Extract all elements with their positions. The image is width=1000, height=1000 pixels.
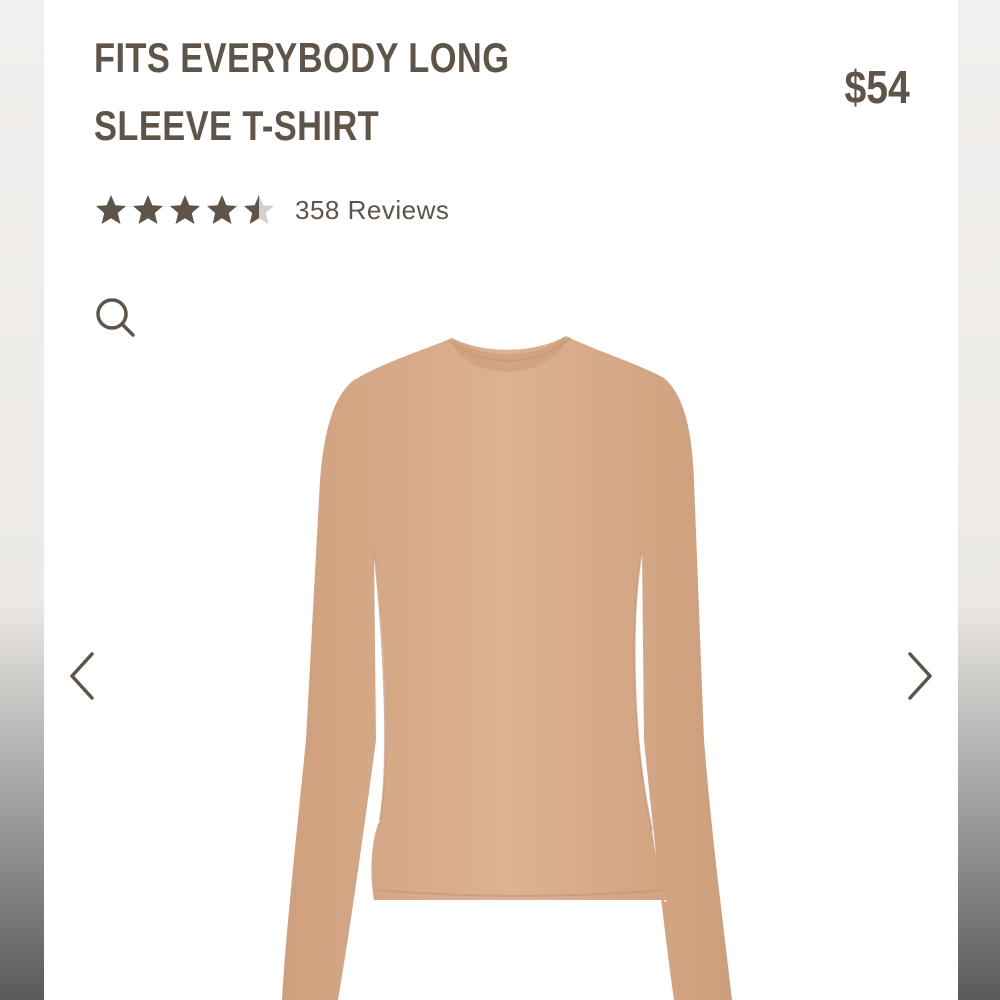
star-filled-icon (96, 195, 126, 224)
star-rating (94, 193, 279, 227)
background-blur-right (958, 0, 1000, 1000)
product-title: FITS EVERYBODY LONG SLEEVE T-SHIRT (94, 34, 510, 149)
star-filled-icon (207, 195, 237, 224)
chevron-left-icon (70, 652, 94, 700)
background-blur-left (0, 0, 44, 1000)
chevron-right-icon (908, 652, 932, 700)
star-filled-icon (170, 195, 200, 224)
product-page: FITS EVERYBODY LONG SLEEVE T-SHIRT $54 3… (44, 0, 958, 1000)
star-half-icon (244, 195, 274, 224)
rating-row[interactable]: 358 Reviews (94, 188, 449, 232)
reviews-link[interactable]: 358 Reviews (295, 195, 449, 226)
product-image (282, 336, 732, 1000)
previous-image-button[interactable] (64, 648, 104, 704)
star-filled-icon (133, 195, 163, 224)
zoom-button[interactable] (92, 294, 140, 342)
search-icon (96, 298, 135, 337)
next-image-button[interactable] (898, 648, 938, 704)
product-price: $54 (844, 61, 910, 113)
